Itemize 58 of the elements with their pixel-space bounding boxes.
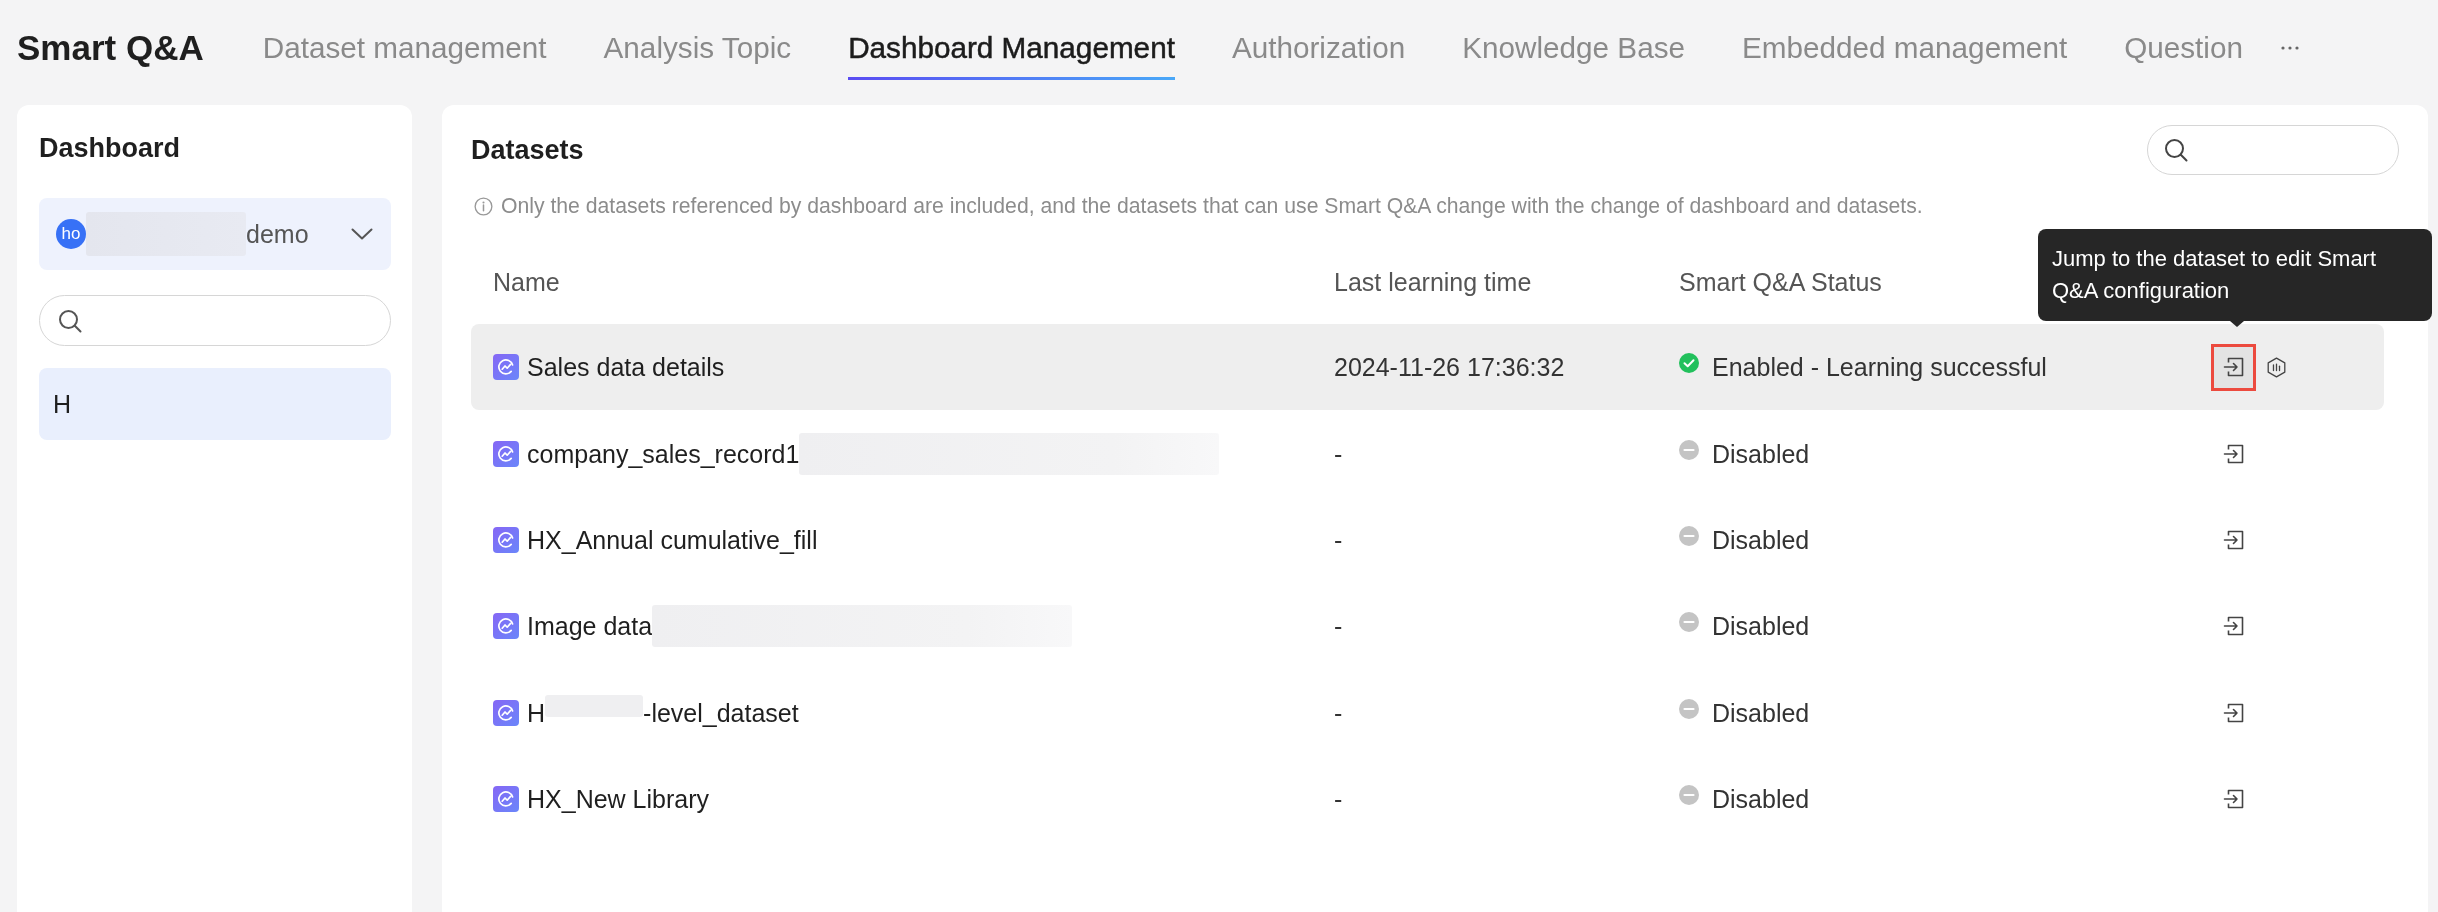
chart-tile-icon bbox=[493, 613, 519, 640]
chevron-down-icon bbox=[351, 228, 373, 240]
search-field[interactable] bbox=[39, 295, 391, 346]
nav-tab[interactable]: Dataset management bbox=[262, 30, 547, 80]
search-field[interactable] bbox=[2147, 125, 2399, 175]
search-icon bbox=[58, 308, 82, 333]
hexagon-bars-icon[interactable] bbox=[2266, 356, 2286, 378]
column-header: Smart Q&A Status bbox=[1679, 268, 1882, 296]
nav-tab[interactable]: Authorization bbox=[1231, 30, 1406, 80]
dataset-name: company_sales_record1 bbox=[527, 438, 800, 470]
dataset-name: Sales data details bbox=[527, 352, 725, 384]
status-text: Disabled bbox=[1712, 784, 1810, 816]
dataset-name: H bbox=[527, 697, 546, 729]
chart-tile-icon bbox=[493, 354, 519, 381]
table-cell-text: - bbox=[1334, 611, 1343, 643]
nav-tab[interactable]: Question bbox=[2124, 30, 2243, 80]
app-title: Smart Q&A bbox=[17, 30, 204, 66]
minus-circle-icon bbox=[1679, 698, 1699, 719]
chart-tile-icon bbox=[493, 786, 519, 813]
info-icon bbox=[474, 196, 493, 216]
dataset-name: HX_Annual cumulative_fill bbox=[527, 524, 818, 556]
table-cell-text: 2024-11-26 17:36:32 bbox=[1334, 352, 1565, 384]
nav-tab[interactable]: Analysis Topic bbox=[603, 30, 792, 80]
dataset-name: Image data bbox=[527, 611, 653, 643]
dataset-name: -level_dataset bbox=[643, 697, 799, 729]
dashboard-select[interactable]: ho demo bbox=[39, 198, 391, 270]
chart-tile-icon bbox=[493, 526, 519, 553]
jump-button[interactable] bbox=[2211, 343, 2256, 391]
select-value: demo bbox=[246, 219, 309, 250]
status-text: Disabled bbox=[1712, 611, 1810, 643]
panel-title: Dashboard bbox=[39, 132, 182, 165]
status-text: Disabled bbox=[1712, 697, 1810, 729]
status-text: Disabled bbox=[1712, 438, 1810, 470]
more-icon[interactable] bbox=[2280, 45, 2300, 51]
nav-tab[interactable]: Knowledge Base bbox=[1462, 30, 1685, 80]
dataset-name: HX_New Library bbox=[527, 784, 709, 816]
column-header: Name bbox=[493, 268, 560, 296]
section-title: Datasets bbox=[471, 134, 584, 167]
column-header: Last learning time bbox=[1334, 268, 1532, 296]
nav-tab[interactable]: Embedded management bbox=[1742, 30, 2068, 80]
search-icon bbox=[2164, 138, 2188, 162]
sidebar-item[interactable]: H bbox=[39, 368, 391, 440]
table-cell-text: - bbox=[1334, 784, 1343, 816]
table-cell-text: - bbox=[1334, 438, 1343, 470]
note-text: Only the datasets referenced by dashboard are included, and the datasets that can use Smart Q&A change with the change of dashboard and datasets. bbox=[501, 193, 1923, 220]
chart-tile-icon bbox=[493, 440, 519, 467]
minus-circle-icon bbox=[1679, 439, 1699, 460]
check-circle-icon bbox=[1679, 353, 1699, 374]
avatar: ho bbox=[56, 219, 86, 249]
tooltip: Jump to the dataset to edit Smart Q&A configuration bbox=[2038, 229, 2432, 327]
status-text: Disabled bbox=[1712, 524, 1810, 556]
minus-circle-icon bbox=[1679, 525, 1699, 546]
minus-circle-icon bbox=[1679, 612, 1699, 633]
minus-circle-icon bbox=[1679, 785, 1699, 806]
chart-tile-icon bbox=[493, 699, 519, 726]
table-cell-text: - bbox=[1334, 697, 1343, 729]
status-text: Enabled - Learning successful bbox=[1712, 352, 2047, 384]
table-cell-text: - bbox=[1334, 524, 1343, 556]
